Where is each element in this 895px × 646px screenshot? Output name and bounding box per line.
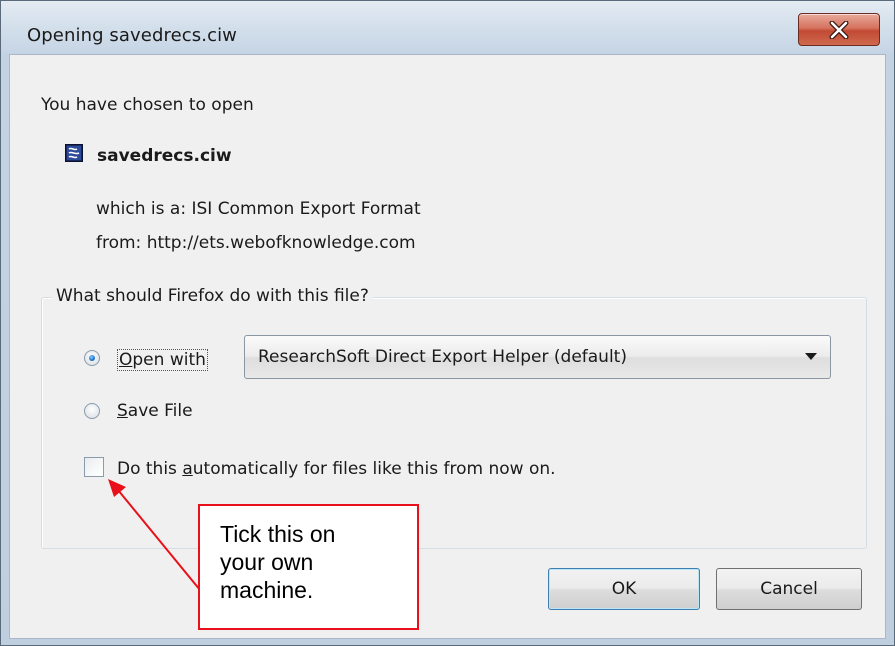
open-with-rest: pen with xyxy=(132,350,206,370)
intro-text: You have chosen to open xyxy=(41,95,254,115)
source-label: from: http://ets.webofknowledge.com xyxy=(96,233,416,253)
which-is-label: which is a: xyxy=(96,199,187,219)
auto-label-after: utomatically for files like this from no… xyxy=(192,459,556,479)
application-value: ResearchSoft Direct Export Helper (defau… xyxy=(258,347,627,367)
application-select[interactable]: ResearchSoft Direct Export Helper (defau… xyxy=(244,335,831,379)
title-bar[interactable]: Opening savedrecs.ciw xyxy=(1,1,894,53)
file-name: savedrecs.ciw xyxy=(97,146,232,166)
callout-line-1: Tick this on xyxy=(220,521,336,547)
which-is-value: ISI Common Export Format xyxy=(191,199,421,219)
open-with-radio[interactable] xyxy=(84,350,100,366)
radio-selected-dot xyxy=(89,355,95,361)
window-title: Opening savedrecs.ciw xyxy=(27,25,237,46)
auto-label-before: Do this xyxy=(117,459,183,479)
callout-line-3: machine. xyxy=(220,577,314,603)
annotation-callout: Tick this on your own machine. xyxy=(198,504,419,630)
open-with-label[interactable]: Open with xyxy=(117,349,208,371)
cancel-button[interactable]: Cancel xyxy=(716,568,862,610)
open-with-accel: O xyxy=(119,350,133,370)
file-type-label: which is a: ISI Common Export Format xyxy=(96,199,421,219)
group-title: What should Firefox do with this file? xyxy=(52,286,373,306)
file-icon xyxy=(65,144,83,162)
chevron-down-icon xyxy=(805,353,817,360)
from-value: http://ets.webofknowledge.com xyxy=(146,233,416,253)
auto-checkbox[interactable] xyxy=(84,457,104,477)
auto-checkbox-label[interactable]: Do this automatically for files like thi… xyxy=(117,459,556,479)
from-label: from: xyxy=(96,233,142,253)
callout-line-2: your own xyxy=(220,549,314,575)
close-button[interactable] xyxy=(798,13,880,46)
save-file-radio[interactable] xyxy=(84,403,100,419)
save-file-rest: ave File xyxy=(127,401,193,421)
save-file-label[interactable]: Save File xyxy=(117,401,193,421)
ok-button[interactable]: OK xyxy=(548,568,700,610)
save-file-accel: S xyxy=(117,401,128,421)
auto-label-accel: a xyxy=(182,459,193,479)
close-icon xyxy=(829,20,849,39)
